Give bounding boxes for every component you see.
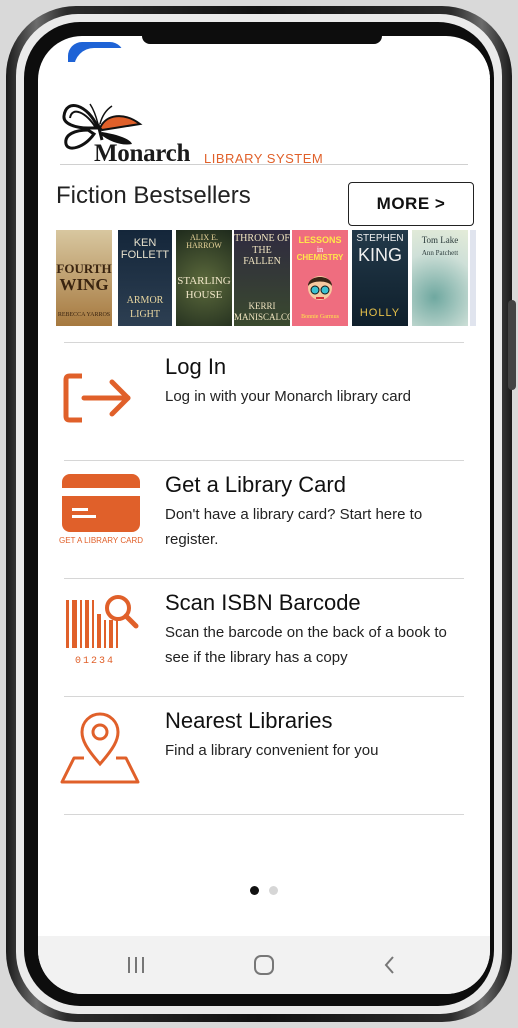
bestsellers-title: Fiction Bestsellers — [56, 182, 251, 209]
app-screen: Monarch LIBRARY SYSTEM Fiction Bestselle… — [38, 36, 490, 994]
book-author: STEPHEN — [356, 233, 404, 244]
monarch-logo: Monarch LIBRARY SYSTEM — [58, 94, 358, 168]
book-author: MANISCALCO — [234, 312, 290, 322]
library-card-caption: GET A LIBRARY CARD — [58, 536, 144, 545]
book-title: HOUSE — [185, 289, 223, 301]
book-author: REBECCA YARROS — [57, 312, 111, 318]
header-divider — [60, 164, 468, 165]
more-button[interactable]: MORE > — [348, 182, 474, 226]
camera-notch — [142, 36, 382, 44]
book-author: ALIX E. HARROW — [186, 233, 222, 251]
map-pin-icon — [60, 708, 144, 788]
book-title: FOURTH — [56, 261, 112, 276]
library-card-icon: GET A LIBRARY CARD — [59, 472, 144, 548]
page-indicator — [248, 886, 288, 896]
book-cover[interactable]: LESSONS in CHEMISTRY Bonnie Garmus — [292, 230, 348, 326]
menu-divider — [64, 578, 464, 579]
menu-item-scan-isbn[interactable]: 01234 Scan ISBN Barcode Scan the barcode… — [60, 584, 468, 694]
menu-item-title: Get a Library Card — [165, 472, 346, 497]
menu-item-title: Log In — [165, 354, 227, 379]
recent-apps-icon[interactable] — [116, 950, 156, 980]
book-author: KING — [357, 245, 402, 265]
login-icon — [60, 368, 140, 428]
menu-divider — [64, 814, 464, 815]
book-title: WING — [59, 275, 109, 294]
book-title: HOLLY — [359, 307, 401, 319]
book-title: ARMOR — [126, 295, 164, 306]
back-icon[interactable] — [370, 950, 410, 980]
book-title: CHEMISTRY — [296, 253, 344, 262]
book-cover[interactable]: FOURTH WING REBECCA YARROS — [56, 230, 112, 326]
menu-divider — [64, 460, 464, 461]
book-cover[interactable]: THRONE OF THE FALLEN KERRI MANISCALCO — [234, 230, 290, 326]
book-author: Bonnie Garmus — [301, 314, 339, 320]
menu-item-description: Find a library convenient for you — [165, 742, 379, 759]
menu-item-nearest-libraries[interactable]: Nearest Libraries Find a library conveni… — [60, 702, 468, 812]
book-cover[interactable]: Tom Lake Ann Patchett — [412, 230, 468, 326]
menu-item-description: Scan the barcode on the back of a book t… — [165, 624, 447, 666]
status-area — [74, 48, 490, 78]
book-title: STARLING — [177, 275, 231, 287]
book-title: LIGHT — [130, 309, 160, 320]
book-carousel[interactable]: FOURTH WING REBECCA YARROS KEN FOLLETT A… — [56, 230, 476, 326]
device-stage: Monarch LIBRARY SYSTEM Fiction Bestselle… — [0, 0, 518, 1028]
book-cover[interactable]: STEPHEN KING HOLLY — [352, 230, 408, 326]
phone-side-button — [508, 300, 516, 390]
menu-item-description: Log in with your Monarch library card — [165, 388, 411, 405]
page-dot-active[interactable] — [250, 886, 259, 895]
book-author: FOLLETT — [120, 249, 170, 261]
face-illustration-icon — [308, 276, 332, 300]
barcode-caption: 01234 — [74, 656, 115, 667]
menu-item-library-card[interactable]: GET A LIBRARY CARD Get a Library Card Do… — [59, 466, 468, 576]
book-cover[interactable]: ALIX E. HARROW STARLING HOUSE — [176, 230, 232, 326]
menu-item-description: Don't have a library card? Start here to… — [165, 506, 423, 548]
book-author: KEN — [133, 237, 157, 249]
menu-item-title: Nearest Libraries — [165, 708, 333, 733]
home-icon[interactable] — [244, 950, 284, 980]
menu-item-login[interactable]: Log In Log in with your Monarch library … — [60, 348, 468, 458]
book-cover[interactable] — [470, 230, 476, 326]
book-title: Tom Lake — [421, 235, 459, 245]
system-nav-bar — [38, 936, 490, 994]
page-dot[interactable] — [269, 886, 278, 895]
book-title: THRONE OF — [234, 233, 290, 244]
menu-divider — [64, 342, 464, 343]
book-title: THE FALLEN — [243, 245, 281, 267]
book-author: Ann Patchett — [421, 249, 459, 257]
book-author: KERRI — [248, 301, 276, 311]
book-cover[interactable]: KEN FOLLETT ARMOR LIGHT — [118, 230, 172, 326]
barcode-scan-icon: 01234 — [60, 590, 144, 670]
menu-item-title: Scan ISBN Barcode — [165, 590, 361, 615]
menu-divider — [64, 696, 464, 697]
